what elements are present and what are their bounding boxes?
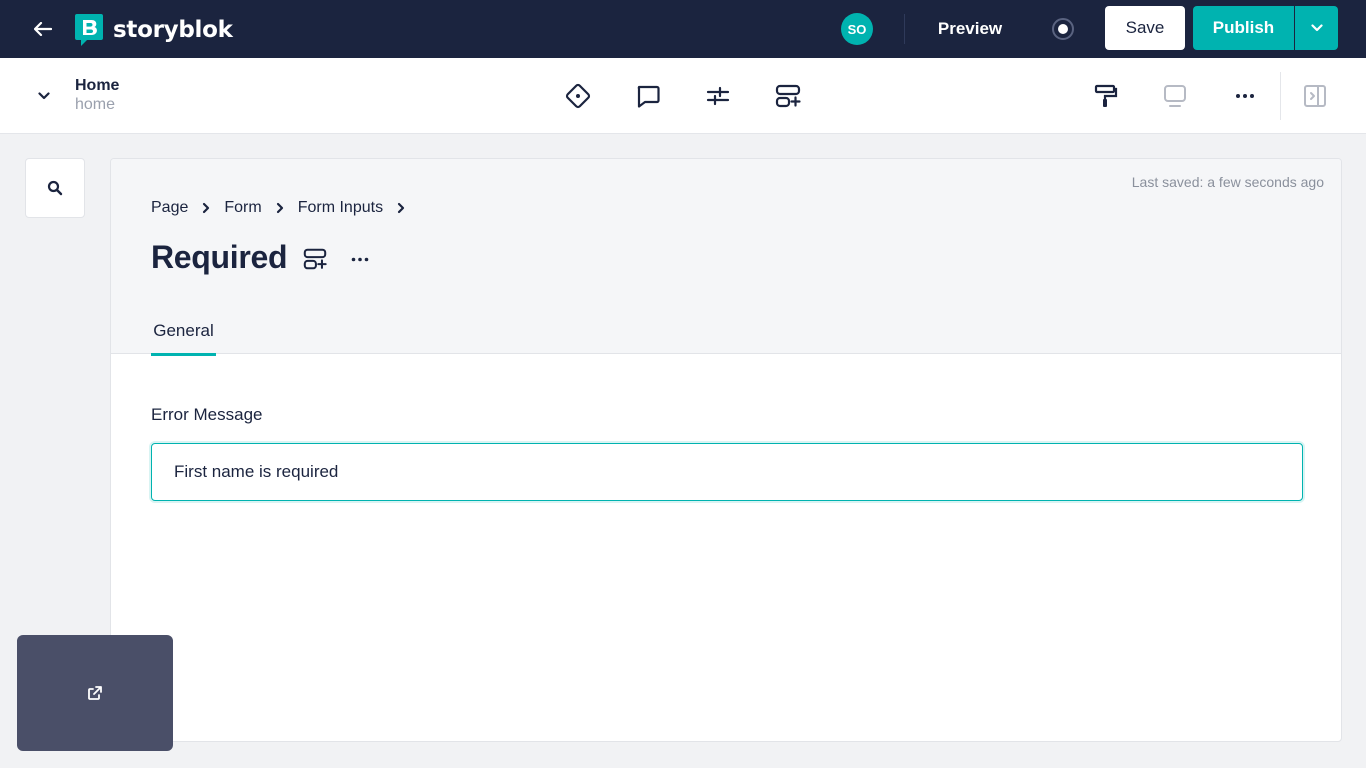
chevron-right-icon <box>202 202 210 214</box>
tab-general[interactable]: General <box>151 319 216 356</box>
search-icon <box>47 180 63 196</box>
last-saved-status: Last saved: a few seconds ago <box>1131 174 1324 190</box>
external-link-icon <box>88 686 102 700</box>
publish-button[interactable]: Publish <box>1193 6 1294 50</box>
block-editor-panel: Last saved: a few seconds ago Page Form … <box>110 158 1342 742</box>
record-button[interactable] <box>1049 15 1077 43</box>
block-more-button[interactable] <box>347 245 373 273</box>
record-icon <box>1052 18 1074 40</box>
breadcrumb-item-page[interactable]: Page <box>151 199 188 217</box>
error-message-label: Error Message <box>151 405 263 424</box>
diamond-icon <box>565 83 591 109</box>
add-block-button[interactable] <box>770 78 806 114</box>
breadcrumb-item-form-inputs[interactable]: Form Inputs <box>298 199 383 217</box>
publish-options-button[interactable] <box>1295 6 1338 50</box>
preview-button[interactable]: Preview <box>922 14 1018 44</box>
search-button[interactable] <box>25 158 85 218</box>
arrow-left-icon <box>34 22 52 36</box>
chevron-down-icon <box>1310 24 1323 32</box>
sliders-icon <box>706 86 730 106</box>
visual-editor-button[interactable] <box>1088 78 1124 114</box>
storyblok-logo: storyblok <box>75 14 233 46</box>
storyblok-logo-mark-icon <box>75 14 103 46</box>
back-button[interactable] <box>24 14 62 44</box>
chevron-right-icon <box>397 202 405 214</box>
history-button[interactable] <box>560 78 596 114</box>
top-bar: storyblok SO Preview Save Publish <box>0 0 1366 58</box>
paint-roller-icon <box>1094 84 1118 107</box>
floating-preview-widget[interactable] <box>17 635 173 751</box>
more-options-button[interactable] <box>1227 78 1263 114</box>
device-preview-button[interactable] <box>1157 78 1193 114</box>
story-slug: home <box>75 96 116 113</box>
comment-icon <box>637 85 660 108</box>
block-editor-header: Last saved: a few seconds ago Page Form … <box>111 159 1341 356</box>
toggle-panel-button[interactable] <box>1297 78 1333 114</box>
panel-toggle-icon <box>1304 85 1326 107</box>
more-horizontal-icon <box>1236 94 1254 98</box>
config-button[interactable] <box>700 78 736 114</box>
story-toolbar: Home home <box>0 58 1366 134</box>
logo-text: storyblok <box>113 17 233 43</box>
block-title: Required <box>151 239 288 275</box>
breadcrumb-item-form[interactable]: Form <box>224 199 261 217</box>
divider <box>1280 72 1281 120</box>
block-type-button[interactable] <box>301 245 329 273</box>
more-horizontal-icon <box>351 257 369 261</box>
chevron-down-icon <box>38 92 50 100</box>
story-menu-toggle[interactable] <box>30 83 58 109</box>
divider <box>904 14 905 44</box>
add-block-icon <box>303 248 327 270</box>
monitor-icon <box>1164 85 1186 107</box>
error-message-field[interactable] <box>151 443 1303 501</box>
chevron-right-icon <box>276 202 284 214</box>
story-name: Home <box>75 77 120 94</box>
save-button[interactable]: Save <box>1105 6 1185 50</box>
breadcrumb: Page Form Form Inputs <box>151 199 419 217</box>
user-avatar[interactable]: SO <box>841 13 873 45</box>
add-block-icon <box>775 84 801 108</box>
comments-button[interactable] <box>630 78 666 114</box>
